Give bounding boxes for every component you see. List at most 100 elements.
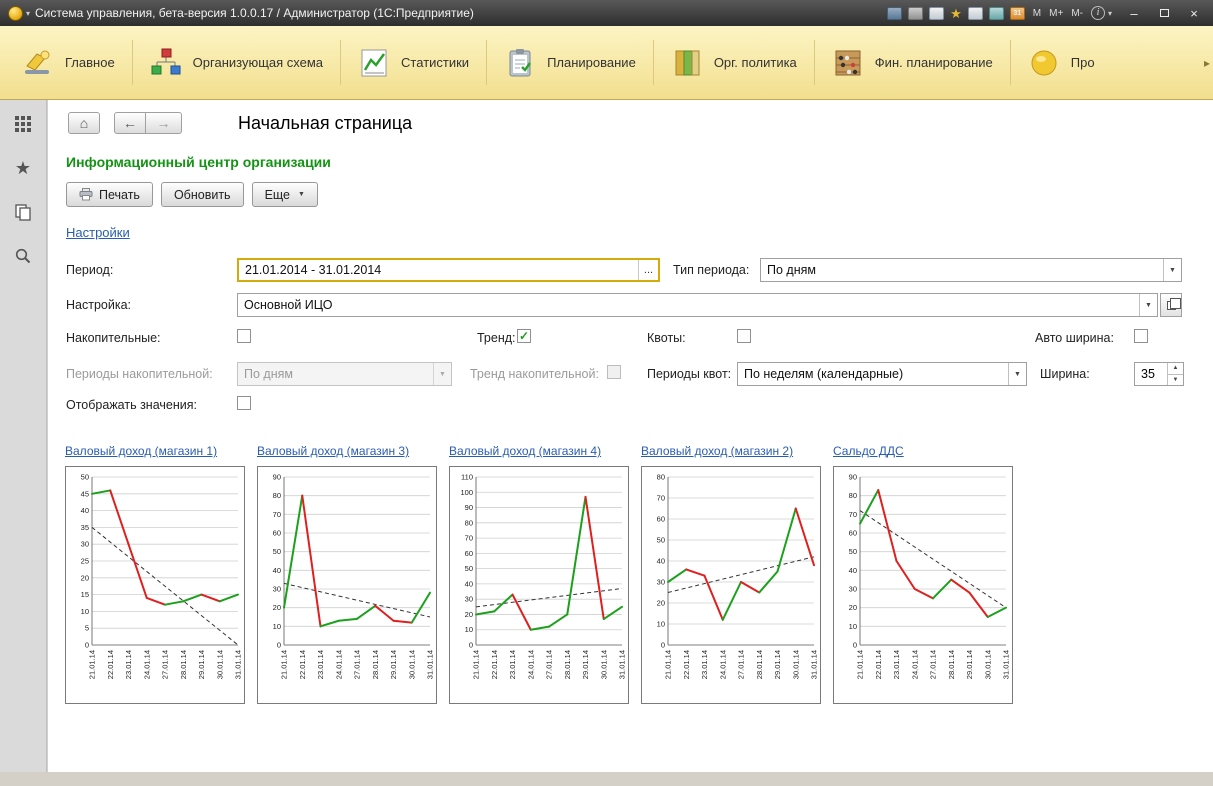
svg-text:24.01.14: 24.01.14 (910, 650, 919, 679)
period-picker-button[interactable]: ... (638, 260, 658, 280)
svg-text:23.01.14: 23.01.14 (892, 650, 901, 679)
titlebar-overflow-chevron-icon[interactable]: ▾ (1108, 9, 1112, 18)
history-pages-icon[interactable] (13, 202, 33, 222)
svg-text:80: 80 (465, 518, 473, 527)
chart-block: Сальдо ДДС 0 10 20 30 40 50 60 70 80 90 21.01.14 22.… (833, 444, 1013, 704)
stepper-up-icon[interactable]: ▲ (1168, 363, 1183, 375)
period-type-select[interactable]: По дням ▼ (760, 258, 1182, 282)
grid-menu-icon[interactable] (13, 114, 33, 134)
setting-select[interactable]: Основной ИЦО ▼ (237, 293, 1158, 317)
svg-text:31.01.14: 31.01.14 (234, 650, 243, 679)
svg-text:0: 0 (85, 641, 89, 650)
chevron-down-icon[interactable]: ▼ (1139, 294, 1157, 316)
svg-text:21.01.14: 21.01.14 (280, 650, 289, 679)
app-menu-icon[interactable] (8, 5, 23, 21)
chart-title-link[interactable]: Сальдо ДДС (833, 444, 1013, 458)
svg-text:21.01.14: 21.01.14 (664, 650, 673, 679)
ribbon-item-pro[interactable]: Про (1009, 26, 1112, 99)
open-setting-button[interactable] (1160, 293, 1182, 317)
close-button[interactable]: × (1181, 4, 1207, 22)
more-button[interactable]: Еще ▼ (251, 182, 318, 207)
ribbon-item-org-policy[interactable]: Орг. политика (652, 26, 814, 99)
preview-icon[interactable] (929, 6, 945, 20)
save-icon[interactable] (887, 6, 903, 20)
trend-cumulative-label: Тренд накопительной: (470, 367, 599, 381)
period-type-value: По дням (767, 263, 816, 277)
ribbon-item-fin-planning[interactable]: Фин. планирование (813, 26, 1010, 99)
maximize-button[interactable] (1151, 4, 1177, 22)
svg-text:24.01.14: 24.01.14 (334, 650, 343, 679)
ribbon-item-org-schema[interactable]: Организующая схема (131, 26, 340, 99)
favorites-star-icon[interactable]: ★ (13, 158, 33, 178)
print-button-label: Печать (99, 187, 140, 202)
auto-width-checkbox[interactable] (1134, 329, 1148, 343)
svg-text:29.01.14: 29.01.14 (581, 650, 590, 679)
print-button[interactable]: Печать (66, 182, 153, 207)
ribbon-label: Фин. планирование (874, 55, 993, 70)
search-icon[interactable] (13, 246, 33, 266)
forward-button[interactable]: → (146, 112, 182, 134)
width-label: Ширина: (1040, 367, 1090, 381)
ribbon-item-main[interactable]: Главное (4, 26, 132, 99)
app-menu-chevron-icon[interactable]: ▾ (26, 9, 30, 18)
svg-text:27.01.14: 27.01.14 (929, 650, 938, 679)
svg-text:30: 30 (465, 595, 473, 604)
refresh-button[interactable]: Обновить (160, 182, 244, 207)
back-button[interactable]: ← (114, 112, 146, 134)
svg-text:35: 35 (81, 523, 89, 532)
chart-title-link[interactable]: Валовый доход (магазин 2) (641, 444, 821, 458)
calculator-icon[interactable] (988, 6, 1004, 20)
quota-periods-select[interactable]: По неделям (календарные) ▼ (737, 362, 1027, 386)
chart-block: Валовый доход (магазин 1) 0 5 10 15 20 25 30 35 4… (65, 444, 245, 704)
ribbon-item-statistics[interactable]: Статистики (340, 26, 486, 99)
svg-text:70: 70 (465, 534, 473, 543)
svg-text:10: 10 (657, 620, 665, 629)
show-values-checkbox[interactable] (237, 396, 251, 410)
ribbon-overflow-chevron-icon[interactable]: ▸ (1204, 56, 1210, 70)
svg-text:30: 30 (81, 540, 89, 549)
print-icon[interactable] (908, 6, 924, 20)
cumulative-periods-value: По дням (244, 367, 293, 381)
svg-text:21.01.14: 21.01.14 (856, 650, 865, 679)
memory-minus-button[interactable]: M- (1071, 8, 1083, 19)
svg-text:60: 60 (657, 515, 665, 524)
line-chart: 0 10 20 30 40 50 60 70 80 90 100 110 21.01.14 22.01.1… (449, 466, 629, 704)
quota-periods-label: Периоды квот: (647, 367, 732, 381)
ribbon-item-planning[interactable]: Планирование (486, 26, 653, 99)
minimize-button[interactable]: – (1121, 4, 1147, 22)
memory-button[interactable]: M (1033, 8, 1041, 19)
main-content: ⌂ ← → Начальная страница Информационный … (48, 100, 1213, 772)
svg-text:23.01.14: 23.01.14 (316, 650, 325, 679)
info-icon[interactable]: i (1090, 6, 1105, 20)
chart-title-link[interactable]: Валовый доход (магазин 4) (449, 444, 629, 458)
svg-text:10: 10 (465, 625, 473, 634)
memory-plus-button[interactable]: M+ (1049, 8, 1063, 19)
cumulative-periods-select: По дням ▼ (237, 362, 452, 386)
svg-text:50: 50 (849, 547, 857, 556)
line-chart: 0 10 20 30 40 50 60 70 80 90 21.01.14 22.01.14 23.01… (833, 466, 1013, 704)
window-title: Система управления, бета-версия 1.0.0.17… (35, 6, 474, 20)
window-bottom-border (0, 772, 1213, 786)
favorites-star-icon[interactable]: ★ (950, 7, 962, 20)
period-input[interactable]: 21.01.2014 - 31.01.2014 ... (237, 258, 660, 282)
quotas-checkbox[interactable] (737, 329, 751, 343)
trend-checkbox[interactable]: ✓ (517, 329, 531, 343)
chart-title-link[interactable]: Валовый доход (магазин 1) (65, 444, 245, 458)
svg-text:80: 80 (657, 473, 665, 482)
history-icon[interactable] (967, 6, 983, 20)
chevron-down-icon[interactable]: ▼ (1008, 363, 1026, 385)
settings-link[interactable]: Настройки (66, 225, 130, 240)
chevron-down-icon[interactable]: ▼ (1163, 259, 1181, 281)
home-button[interactable]: ⌂ (68, 112, 100, 134)
stepper-down-icon[interactable]: ▼ (1168, 375, 1183, 386)
chart-title-link[interactable]: Валовый доход (магазин 3) (257, 444, 437, 458)
svg-text:10: 10 (81, 607, 89, 616)
width-stepper[interactable]: 35 ▲ ▼ (1134, 362, 1184, 386)
svg-text:21.01.14: 21.01.14 (472, 650, 481, 679)
cumulative-checkbox[interactable] (237, 329, 251, 343)
line-chart: 0 5 10 15 20 25 30 35 40 45 50 21.01.14 22.01.14 23.0… (65, 466, 245, 704)
svg-text:90: 90 (273, 473, 281, 482)
statistics-chart-icon (357, 46, 391, 80)
svg-text:70: 70 (657, 494, 665, 503)
calendar-icon[interactable]: 31 (1009, 6, 1025, 20)
